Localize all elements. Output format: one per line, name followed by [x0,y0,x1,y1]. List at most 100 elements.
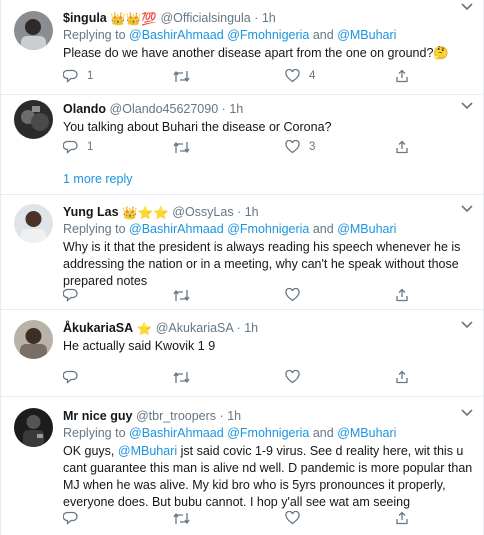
badge-emoji: 👑⭐⭐ [122,206,169,220]
avatar[interactable] [14,11,53,50]
like-count: 3 [309,141,316,153]
tweet-header: Mr nice guy @tbr_troopers · 1h [63,408,473,425]
separator-dot: · [221,102,226,116]
timestamp[interactable]: 1h [262,11,276,25]
replying-to: Replying to @BashirAhmaad @Fmohnigeria a… [63,425,473,442]
reply-feed: $ingula 👑👑💯 @Officialsingula · 1h Replyi… [0,0,484,535]
avatar[interactable] [14,204,53,243]
tweet-text: He actually said Kwovik 1 9 [63,339,216,353]
retweet-icon [173,70,190,82]
reply-button[interactable] [63,510,87,526]
reply-button[interactable] [63,369,87,385]
avatar[interactable] [14,408,53,447]
and-word: and [312,28,334,42]
user-handle[interactable]: @Olando45627090 [110,102,219,116]
timestamp[interactable]: 1h [229,102,243,116]
tweet-yunglas[interactable]: Yung Las 👑⭐⭐ @OssyLas · 1h Replying to @… [1,195,483,310]
reply-icon [63,511,78,525]
avatar[interactable] [14,100,53,139]
mention-link[interactable]: @MBuhari [118,444,177,458]
timestamp[interactable]: 1h [227,409,241,423]
timestamp[interactable]: 1h [244,321,258,335]
mention-link[interactable]: @MBuhari [337,28,396,42]
display-name[interactable]: Mr nice guy [63,409,132,423]
reply-button[interactable]: 1 [63,139,93,155]
display-name[interactable]: Yung Las [63,205,119,219]
replying-to: Replying to @BashirAhmaad @Fmohnigeria a… [63,221,473,238]
retweet-icon [173,289,190,301]
reply-icon [63,69,78,83]
share-button[interactable] [395,68,409,84]
separator-dot: · [219,409,224,423]
reply-count: 1 [87,141,94,153]
caret-down-icon[interactable] [461,101,473,113]
tweet-text: You talking about Buhari the disease or … [63,120,332,134]
tweet-actions: 1 4 [63,68,443,84]
share-button[interactable] [395,139,409,155]
replying-to-label: Replying to [63,426,126,440]
tweet-header: Olando @Olando45627090 · 1h [63,101,473,118]
mention-link[interactable]: @MBuhari [337,426,396,440]
replying-to-label: Replying to [63,222,126,236]
caret-down-icon[interactable] [461,408,473,420]
like-icon [285,140,300,154]
share-button[interactable] [395,510,409,526]
like-count: 4 [309,70,316,82]
retweet-button[interactable] [173,369,199,385]
mention-link[interactable]: @Fmohnigeria [227,28,309,42]
tweet-akukariasa[interactable]: ÅkukariaSA ⭐ @AkukariaSA · 1h He actuall… [1,310,483,397]
caret-down-icon[interactable] [461,320,473,332]
like-button[interactable]: 4 [285,68,315,84]
user-handle[interactable]: @AkukariaSA [156,321,233,335]
reply-button[interactable] [63,287,87,303]
reply-icon [63,288,78,302]
like-icon [285,511,300,525]
separator-dot: · [236,321,241,335]
badge-emoji: ⭐ [136,322,153,336]
share-button[interactable] [395,287,409,303]
like-icon [285,370,300,384]
user-handle[interactable]: @tbr_troopers [136,409,216,423]
mention-link[interactable]: @Fmohnigeria [227,426,309,440]
display-name[interactable]: $ingula [63,11,107,25]
tweet-singula[interactable]: $ingula 👑👑💯 @Officialsingula · 1h Replyi… [1,0,483,95]
display-name[interactable]: ÅkukariaSA [63,321,133,335]
retweet-icon [173,371,190,383]
tweet-mrniceguy[interactable]: Mr nice guy @tbr_troopers · 1h Replying … [1,397,483,535]
mention-link[interactable]: @BashirAhmaad [129,222,224,236]
caret-down-icon[interactable] [461,2,473,14]
reply-count: 1 [87,70,94,82]
reply-button[interactable]: 1 [63,68,93,84]
retweet-button[interactable] [173,287,199,303]
retweet-button[interactable] [173,510,199,526]
mention-link[interactable]: @BashirAhmaad [129,426,224,440]
mention-link[interactable]: @MBuhari [337,222,396,236]
separator-dot: · [237,205,242,219]
retweet-button[interactable] [173,68,199,84]
avatar[interactable] [14,320,53,359]
and-word: and [312,222,334,236]
like-icon [285,288,300,302]
tweet-text: Why is it that the president is always r… [63,240,461,288]
timestamp[interactable]: 1h [245,205,259,219]
like-button[interactable] [285,510,309,526]
caret-down-icon[interactable] [461,204,473,216]
like-button[interactable] [285,287,309,303]
like-button[interactable] [285,369,309,385]
user-handle[interactable]: @OssyLas [172,205,233,219]
show-more-replies-link[interactable]: 1 more reply [63,172,132,186]
user-handle[interactable]: @Officialsingula [160,11,250,25]
like-button[interactable]: 3 [285,139,315,155]
mention-link[interactable]: @BashirAhmaad [129,28,224,42]
like-icon [285,69,300,83]
tweet-actions: 1 3 [63,139,443,155]
display-name[interactable]: Olando [63,102,106,116]
retweet-icon [173,141,190,153]
mention-link[interactable]: @Fmohnigeria [227,222,309,236]
retweet-button[interactable] [173,139,199,155]
tweet-header: $ingula 👑👑💯 @Officialsingula · 1h [63,10,473,27]
badge-emoji: 👑👑💯 [110,12,157,26]
tweet-olando[interactable]: Olando @Olando45627090 · 1h You talking … [1,95,483,195]
tweet-actions [63,369,443,385]
share-button[interactable] [395,369,409,385]
